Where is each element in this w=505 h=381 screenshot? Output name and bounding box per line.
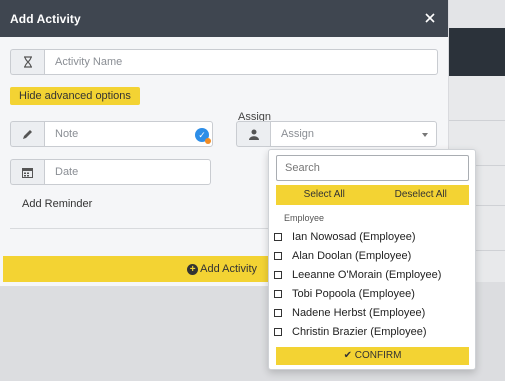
background-divider [449,120,505,121]
note-placeholder: Note [55,128,79,140]
confirm-label: CONFIRM [354,350,402,361]
checkbox[interactable] [274,327,282,336]
list-item[interactable]: Christin Brazier (Employee) [274,322,469,341]
search-input[interactable]: Search [276,155,469,181]
option-group-label: Employee [284,213,325,223]
checkbox[interactable] [274,251,282,260]
hide-advanced-options-button[interactable]: Hide advanced options [10,87,140,105]
checkmark-icon: ✔ [343,350,352,361]
checkbox[interactable] [274,232,282,241]
assign-placeholder: Assign [281,128,315,140]
option-list: Ian Nowosad (Employee) Alan Doolan (Empl… [274,227,469,341]
date-input[interactable]: Date [44,159,211,185]
option-label: Nadene Herbst (Employee) [292,306,426,319]
add-activity-label: Add Activity [200,263,257,275]
activity-name-input[interactable]: Activity Name [44,49,438,75]
deselect-all-button[interactable]: Deselect All [373,185,470,205]
select-all-button[interactable]: Select All [276,185,373,205]
add-reminder-link[interactable]: Add Reminder [22,198,92,210]
close-icon[interactable] [422,11,438,27]
checkbox[interactable] [274,289,282,298]
checkbox[interactable] [274,308,282,317]
note-group: Note ✓ [10,121,213,147]
list-item[interactable]: Tobi Popoola (Employee) [274,284,469,303]
activity-name-group: Activity Name [10,49,438,75]
modal-title: Add Activity [10,11,81,26]
modal-header: Add Activity [0,0,448,37]
checkbox[interactable] [274,270,282,279]
note-input[interactable]: Note ✓ [44,121,213,147]
search-placeholder: Search [285,162,320,174]
list-item[interactable]: Nadene Herbst (Employee) [274,303,469,322]
chevron-down-icon [422,133,428,137]
option-label: Leeanne O'Morain (Employee) [292,268,442,281]
pencil-icon [10,121,44,147]
confirm-button[interactable]: ✔ CONFIRM [276,347,469,365]
date-group: Date [10,159,211,185]
assign-select[interactable]: Assign [270,121,437,147]
option-label: Tobi Popoola (Employee) [292,287,415,300]
list-item[interactable]: Alan Doolan (Employee) [274,246,469,265]
select-actions: Select All Deselect All [276,185,469,205]
option-label: Ian Nowosad (Employee) [292,230,416,243]
hourglass-icon [10,49,44,75]
date-placeholder: Date [55,166,79,178]
option-label: Alan Doolan (Employee) [292,249,412,262]
assign-group: Assign [236,121,437,147]
divider [10,228,270,229]
background-dark-header [449,28,505,76]
activity-name-placeholder: Activity Name [55,56,123,68]
assign-dropdown: Search Select All Deselect All Employee … [268,149,476,370]
badge-dot [205,138,211,144]
option-label: Christin Brazier (Employee) [292,325,427,338]
add-activity-button[interactable]: + Add Activity [3,256,269,282]
list-item[interactable]: Ian Nowosad (Employee) [274,227,469,246]
plus-circle-icon: + [187,263,199,275]
calendar-icon [10,159,44,185]
list-item[interactable]: Leeanne O'Morain (Employee) [274,265,469,284]
user-icon [236,121,270,147]
